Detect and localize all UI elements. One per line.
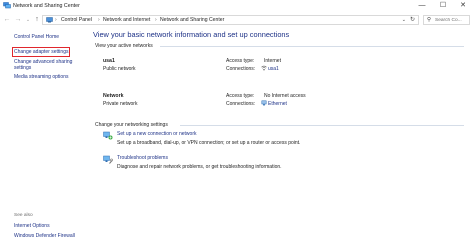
network-center-icon [3,2,11,9]
connection-link-ethernet[interactable]: Ethernet [268,101,287,107]
title-bar: Network and Sharing Center — ☐ ✕ [0,0,474,12]
control-panel-icon [46,17,53,23]
address-dropdown-icon[interactable]: ⌄ [402,17,406,23]
access-type-label: Access type: [226,93,255,99]
search-input[interactable] [435,17,469,23]
close-button[interactable]: ✕ [456,1,470,10]
section-divider [180,125,464,126]
change-settings-heading: Change your networking settings [95,122,168,128]
see-also-windows-defender-firewall[interactable]: Windows Defender Firewall [14,233,75,239]
network-category: Private network [103,101,138,107]
new-connection-icon [103,131,113,140]
sidebar: Control Panel Home Change adapter settin… [0,28,88,250]
active-networks-heading: View your active networks [95,43,153,49]
breadcrumb-separator[interactable]: › [155,17,157,23]
back-button[interactable]: ← [3,16,11,24]
ethernet-icon [261,100,267,106]
up-button[interactable]: ↑ [33,16,41,24]
access-type-value: Internet [264,58,281,64]
sidebar-control-panel-home[interactable]: Control Panel Home [14,34,59,40]
network-category: Public network [103,66,136,72]
connections-label: Connections: [226,101,256,107]
network-name: Network [103,93,124,99]
sidebar-item-change-adapter-settings[interactable]: Change adapter settings [12,47,71,57]
connections-label: Connections: [226,66,256,72]
maximize-button[interactable]: ☐ [436,1,450,10]
breadcrumb-separator: › [55,17,57,23]
forward-button[interactable]: → [14,16,22,24]
section-divider [160,46,464,47]
task-link-setup-connection[interactable]: Set up a new connection or network [117,131,197,137]
task-link-troubleshoot[interactable]: Troubleshoot problems [117,155,168,161]
see-also-heading: See also [14,213,33,218]
address-bar-row: ← → ⌄ ↑ › Control Panel › Network and In… [0,12,474,28]
breadcrumb-network-sharing-center[interactable]: Network and Sharing Center [160,17,224,23]
search-icon: ⚲ [427,17,432,23]
breadcrumb-control-panel[interactable]: Control Panel [61,17,92,23]
network-name: usa1 [103,58,115,64]
see-also-internet-options[interactable]: Internet Options [14,223,50,229]
access-type-label: Access type: [226,58,255,64]
address-bar[interactable]: › Control Panel › Network and Internet ›… [42,15,419,25]
minimize-button[interactable]: — [415,1,429,10]
page-title: View your basic network information and … [93,30,290,39]
wifi-icon [261,65,267,71]
task-description: Set up a broadband, dial-up, or VPN conn… [117,140,301,146]
troubleshoot-icon [103,155,113,164]
search-box[interactable]: ⚲ [423,15,470,25]
sidebar-item-media-streaming[interactable]: Media streaming options [14,74,68,80]
breadcrumb-network-internet[interactable]: Network and Internet [103,17,150,23]
access-type-value: No Internet access [264,93,306,99]
main-content: View your basic network information and … [88,28,474,250]
recent-locations-button[interactable]: ⌄ [24,16,32,24]
window-title: Network and Sharing Center [13,3,80,9]
sidebar-item-change-advanced-sharing-line2[interactable]: settings [14,65,31,71]
task-description: Diagnose and repair network problems, or… [117,164,282,170]
refresh-icon[interactable]: ↻ [410,16,415,23]
connection-link-usa1[interactable]: usa1 [268,66,279,72]
breadcrumb-separator[interactable]: › [98,17,100,23]
